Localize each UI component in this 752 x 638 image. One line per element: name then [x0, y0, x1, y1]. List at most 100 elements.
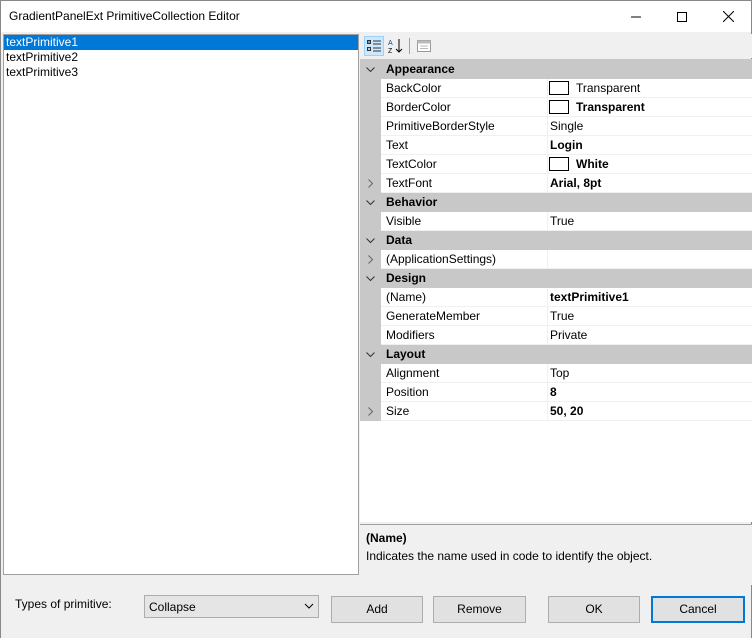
expand-icon[interactable] [360, 402, 381, 421]
minimize-icon [631, 16, 641, 17]
category-label: Data [386, 233, 413, 247]
property-row-bordercolor[interactable]: BorderColor Transparent [360, 98, 752, 117]
expand-icon[interactable] [360, 250, 381, 269]
categorized-button[interactable] [364, 36, 384, 56]
property-pages-button[interactable] [414, 36, 434, 56]
property-row-name[interactable]: (Name) textPrimitive1 [360, 288, 752, 307]
column-divider[interactable] [547, 117, 548, 136]
property-name: BackColor [386, 81, 442, 95]
property-value[interactable]: Arial, 8pt [550, 176, 601, 190]
property-name: GenerateMember [386, 309, 481, 323]
column-divider[interactable] [547, 307, 548, 326]
row-gutter [360, 307, 381, 326]
category-design[interactable]: Design [360, 269, 752, 288]
column-divider[interactable] [547, 383, 548, 402]
property-name: (ApplicationSettings) [386, 252, 497, 266]
property-value[interactable]: Login [550, 138, 583, 152]
maximize-icon [677, 11, 687, 22]
property-name: (Name) [386, 290, 427, 304]
property-row-textfont[interactable]: TextFont Arial, 8pt [360, 174, 752, 193]
property-name: PrimitiveBorderStyle [386, 119, 495, 133]
property-value[interactable]: 8 [550, 385, 557, 399]
title-bar[interactable]: GradientPanelExt PrimitiveCollection Edi… [1, 1, 751, 32]
column-divider[interactable] [547, 364, 548, 383]
expand-icon[interactable] [360, 174, 381, 193]
row-gutter [360, 383, 381, 402]
color-swatch [549, 100, 569, 114]
property-name: BorderColor [386, 100, 451, 114]
property-value[interactable]: White [576, 157, 609, 171]
ok-button[interactable]: OK [548, 596, 640, 623]
property-row-text[interactable]: Text Login [360, 136, 752, 155]
minimize-button[interactable] [613, 1, 659, 32]
row-gutter [360, 326, 381, 345]
category-appearance[interactable]: Appearance [360, 60, 752, 79]
property-grid[interactable]: Appearance BackColor Transparent BorderC… [360, 59, 752, 522]
property-value[interactable]: Transparent [576, 81, 640, 95]
collapse-icon[interactable] [360, 231, 381, 250]
property-name: Text [386, 138, 409, 152]
column-divider[interactable] [547, 402, 548, 421]
svg-text:A: A [388, 40, 393, 47]
column-divider[interactable] [547, 288, 548, 307]
property-value[interactable]: 50, 20 [550, 404, 583, 418]
category-label: Behavior [386, 195, 438, 209]
column-divider[interactable] [547, 212, 548, 231]
column-divider[interactable] [547, 155, 548, 174]
column-divider[interactable] [547, 326, 548, 345]
list-item[interactable]: textPrimitive3 [4, 65, 358, 80]
property-row-primitiveborderstyle[interactable]: PrimitiveBorderStyle Single [360, 117, 752, 136]
categorized-icon [367, 40, 381, 52]
property-name: Size [386, 404, 410, 418]
collapse-icon[interactable] [360, 269, 381, 288]
types-of-primitive-combo[interactable]: Collapse [144, 595, 319, 618]
property-value[interactable]: Single [550, 119, 583, 133]
property-name: Modifiers [386, 328, 435, 342]
property-row-size[interactable]: Size 50, 20 [360, 402, 752, 421]
alphabetical-button[interactable]: A Z [386, 36, 406, 56]
remove-button[interactable]: Remove [433, 596, 526, 623]
property-row-textcolor[interactable]: TextColor White [360, 155, 752, 174]
members-list[interactable]: textPrimitive1 textPrimitive2 textPrimit… [3, 34, 359, 575]
add-button[interactable]: Add [331, 596, 423, 623]
close-button[interactable] [705, 1, 751, 32]
property-row-alignment[interactable]: Alignment Top [360, 364, 752, 383]
column-divider[interactable] [547, 250, 548, 269]
property-value[interactable]: textPrimitive1 [550, 290, 629, 304]
property-grid-toolbar: A Z [360, 34, 752, 58]
list-item[interactable]: textPrimitive2 [4, 50, 358, 65]
property-name: TextFont [386, 176, 433, 190]
property-row-visible[interactable]: Visible True [360, 212, 752, 231]
types-of-primitive-label: Types of primitive: [15, 597, 112, 611]
property-row-applicationsettings[interactable]: (ApplicationSettings) [360, 250, 752, 269]
collapse-icon[interactable] [360, 60, 381, 79]
property-value[interactable]: Top [550, 366, 569, 380]
property-value[interactable]: Private [550, 328, 587, 342]
bottom-bar: Types of primitive: Collapse Add Remove … [1, 576, 751, 638]
category-data[interactable]: Data [360, 231, 752, 250]
column-divider[interactable] [547, 136, 548, 155]
property-value[interactable]: True [550, 214, 574, 228]
cancel-button[interactable]: Cancel [651, 596, 745, 623]
row-gutter [360, 155, 381, 174]
property-value[interactable]: Transparent [576, 100, 645, 114]
color-swatch [549, 157, 569, 171]
collapse-icon[interactable] [360, 193, 381, 212]
property-row-position[interactable]: Position 8 [360, 383, 752, 402]
close-icon [722, 11, 734, 22]
maximize-button[interactable] [659, 1, 705, 32]
property-row-generatemember[interactable]: GenerateMember True [360, 307, 752, 326]
property-name: Alignment [386, 366, 440, 380]
column-divider[interactable] [547, 79, 548, 98]
property-value[interactable]: True [550, 309, 574, 323]
list-item[interactable]: textPrimitive1 [4, 35, 358, 50]
collapse-icon[interactable] [360, 345, 381, 364]
row-gutter [360, 98, 381, 117]
column-divider[interactable] [547, 174, 548, 193]
column-divider[interactable] [547, 98, 548, 117]
property-row-modifiers[interactable]: Modifiers Private [360, 326, 752, 345]
property-row-backcolor[interactable]: BackColor Transparent [360, 79, 752, 98]
category-layout[interactable]: Layout [360, 345, 752, 364]
category-label: Appearance [386, 62, 455, 76]
category-behavior[interactable]: Behavior [360, 193, 752, 212]
